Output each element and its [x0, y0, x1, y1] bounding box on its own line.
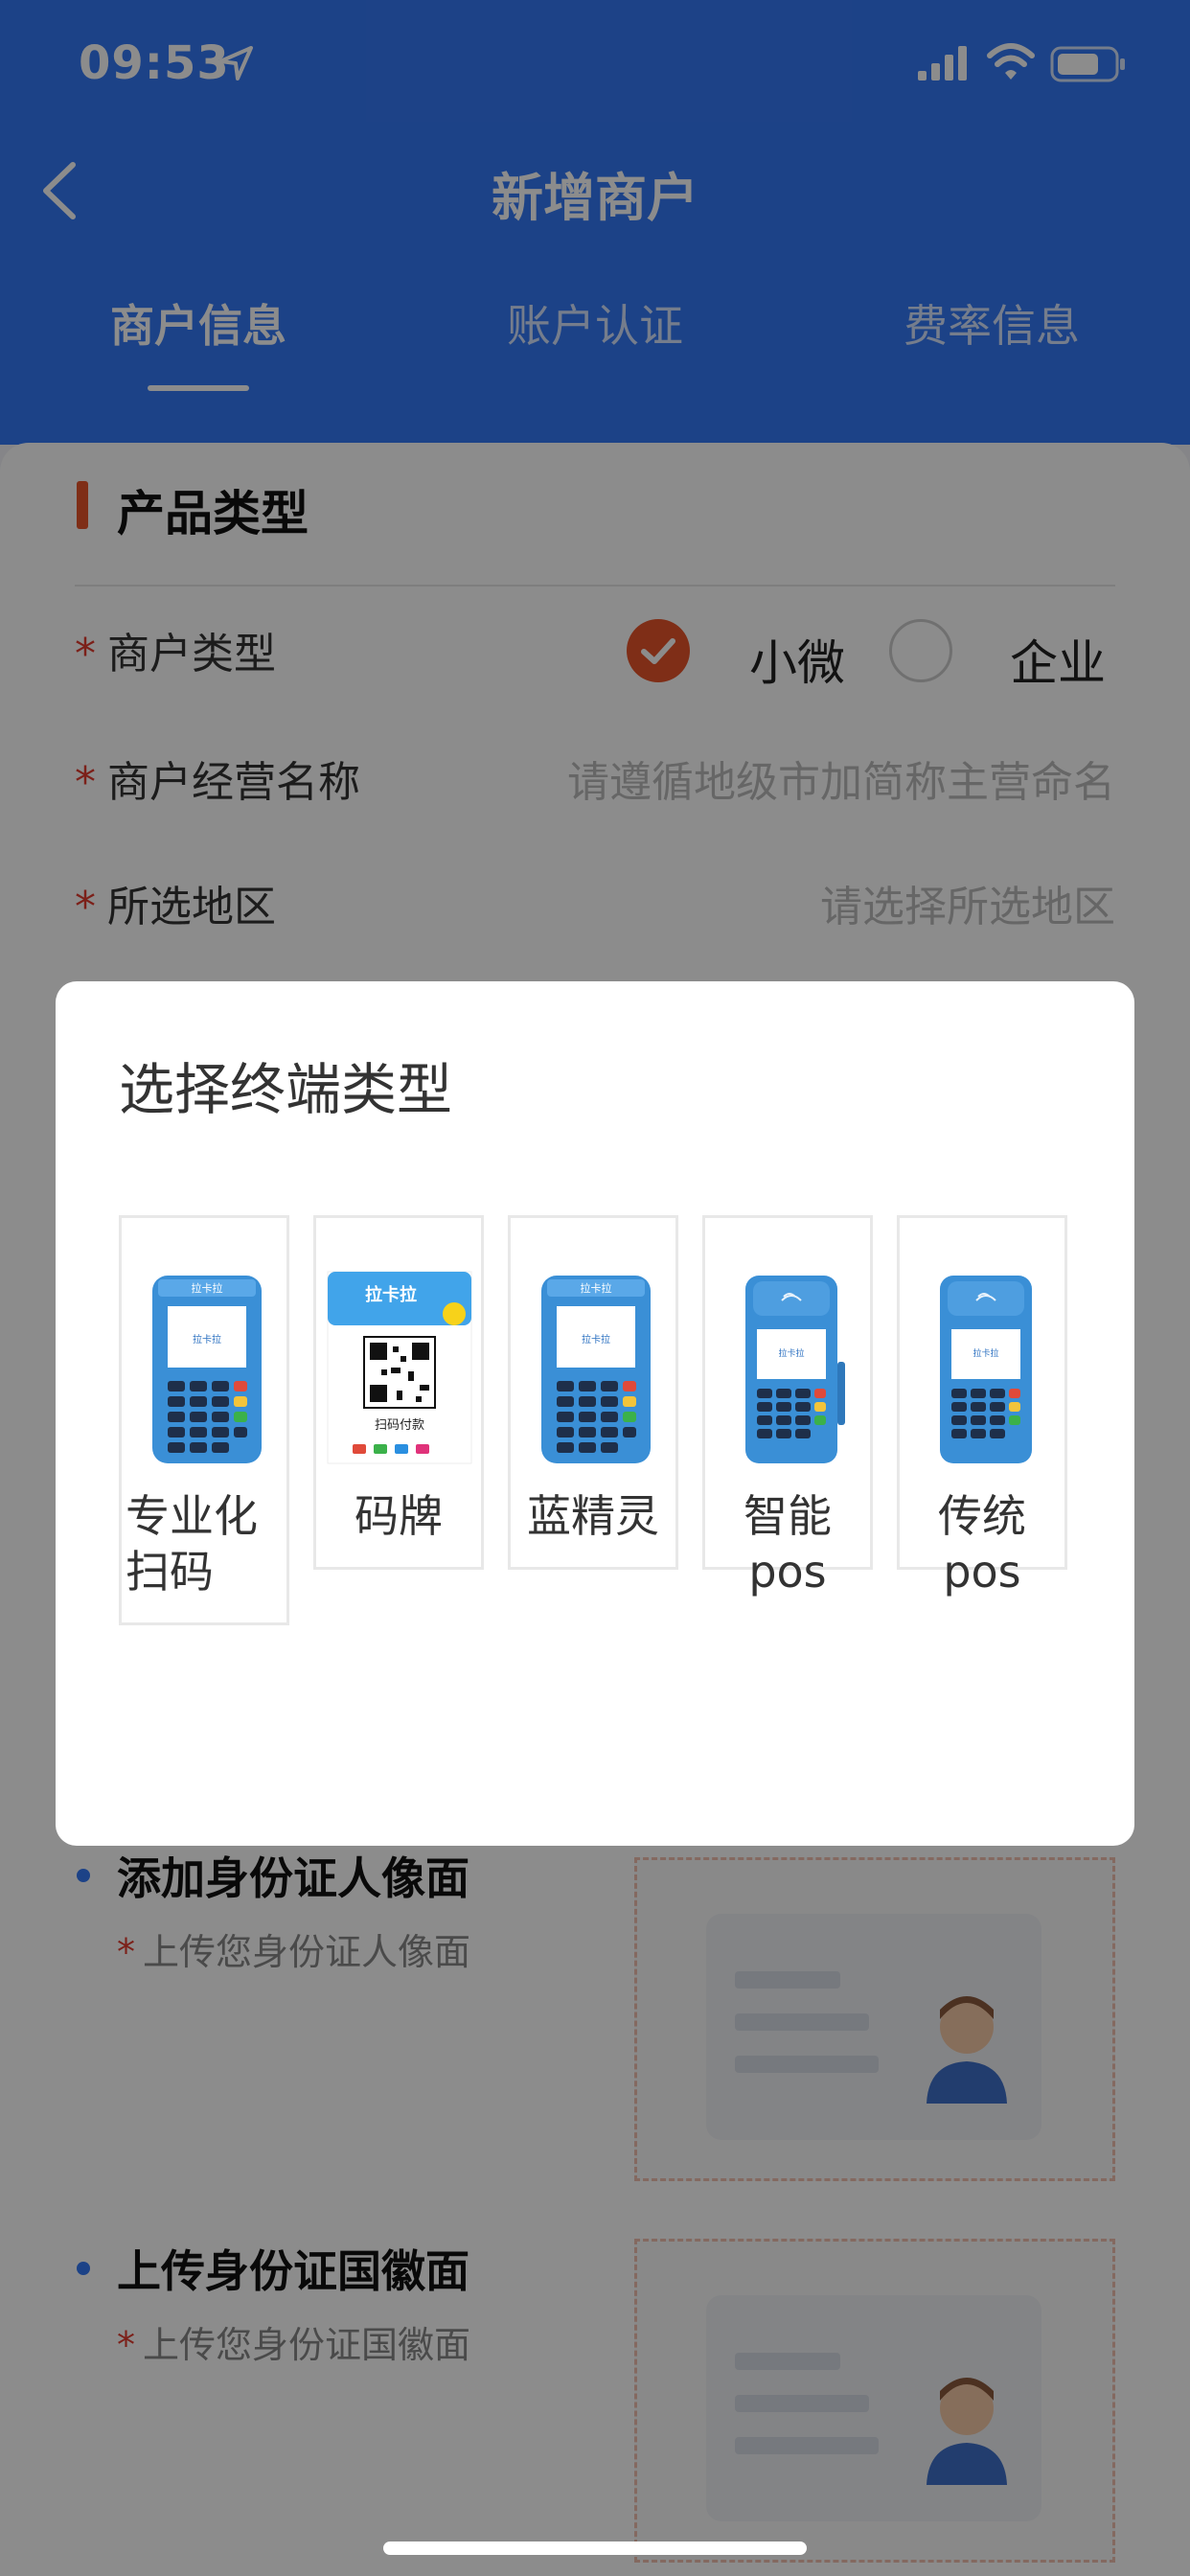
- terminal-list: 拉卡拉 拉卡拉 专业化 扫码 拉卡拉 扫码付款 码牌 拉卡拉 拉卡拉 蓝精灵 拉…: [119, 1215, 1077, 1637]
- pos-keypad-terminal-icon: 拉卡拉 拉卡拉: [541, 1276, 651, 1463]
- qr-code-plate-icon: 拉卡拉 扫码付款: [327, 1271, 472, 1464]
- terminal-option-smart-pos[interactable]: 拉卡拉 智能pos: [702, 1215, 873, 1598]
- terminal-option-traditional-pos[interactable]: 拉卡拉 传统pos: [897, 1215, 1067, 1598]
- terminal-name-line1: 专业化: [126, 1490, 258, 1542]
- svg-text:拉卡拉: 拉卡拉: [778, 1347, 804, 1359]
- traditional-pos-terminal-icon: 拉卡拉: [940, 1276, 1032, 1463]
- terminal-option-qr-plate[interactable]: 拉卡拉 扫码付款 码牌: [313, 1215, 484, 1570]
- svg-text:拉卡拉: 拉卡拉: [192, 1281, 223, 1295]
- terminal-name: 智能pos: [744, 1490, 832, 1598]
- svg-text:拉卡拉: 拉卡拉: [193, 1333, 221, 1346]
- smart-pos-terminal-icon: 拉卡拉: [745, 1276, 845, 1463]
- terminal-name-line2: 扫码: [126, 1546, 214, 1598]
- terminal-name: 传统pos: [938, 1490, 1026, 1598]
- svg-text:拉卡拉: 拉卡拉: [581, 1281, 612, 1295]
- terminal-type-dialog: 选择终端类型 拉卡拉 拉卡拉 专业化 扫码 拉卡拉 扫码付款 码牌 拉卡拉 拉卡…: [56, 981, 1134, 1846]
- terminal-option-pro-scan[interactable]: 拉卡拉 拉卡拉 专业化 扫码: [119, 1215, 289, 1625]
- home-indicator[interactable]: [383, 2542, 807, 2555]
- terminal-name: 专业化 扫码: [126, 1488, 286, 1599]
- svg-text:扫码付款: 扫码付款: [375, 1418, 424, 1433]
- terminal-name: 蓝精灵: [527, 1490, 659, 1542]
- svg-text:拉卡拉: 拉卡拉: [365, 1284, 417, 1305]
- svg-text:拉卡拉: 拉卡拉: [582, 1333, 610, 1346]
- pos-keypad-terminal-icon: 拉卡拉 拉卡拉: [152, 1276, 262, 1463]
- terminal-name: 码牌: [355, 1490, 443, 1542]
- terminal-option-blue-elf[interactable]: 拉卡拉 拉卡拉 蓝精灵: [508, 1215, 678, 1570]
- svg-text:拉卡拉: 拉卡拉: [973, 1347, 998, 1359]
- dialog-title: 选择终端类型: [119, 1057, 453, 1122]
